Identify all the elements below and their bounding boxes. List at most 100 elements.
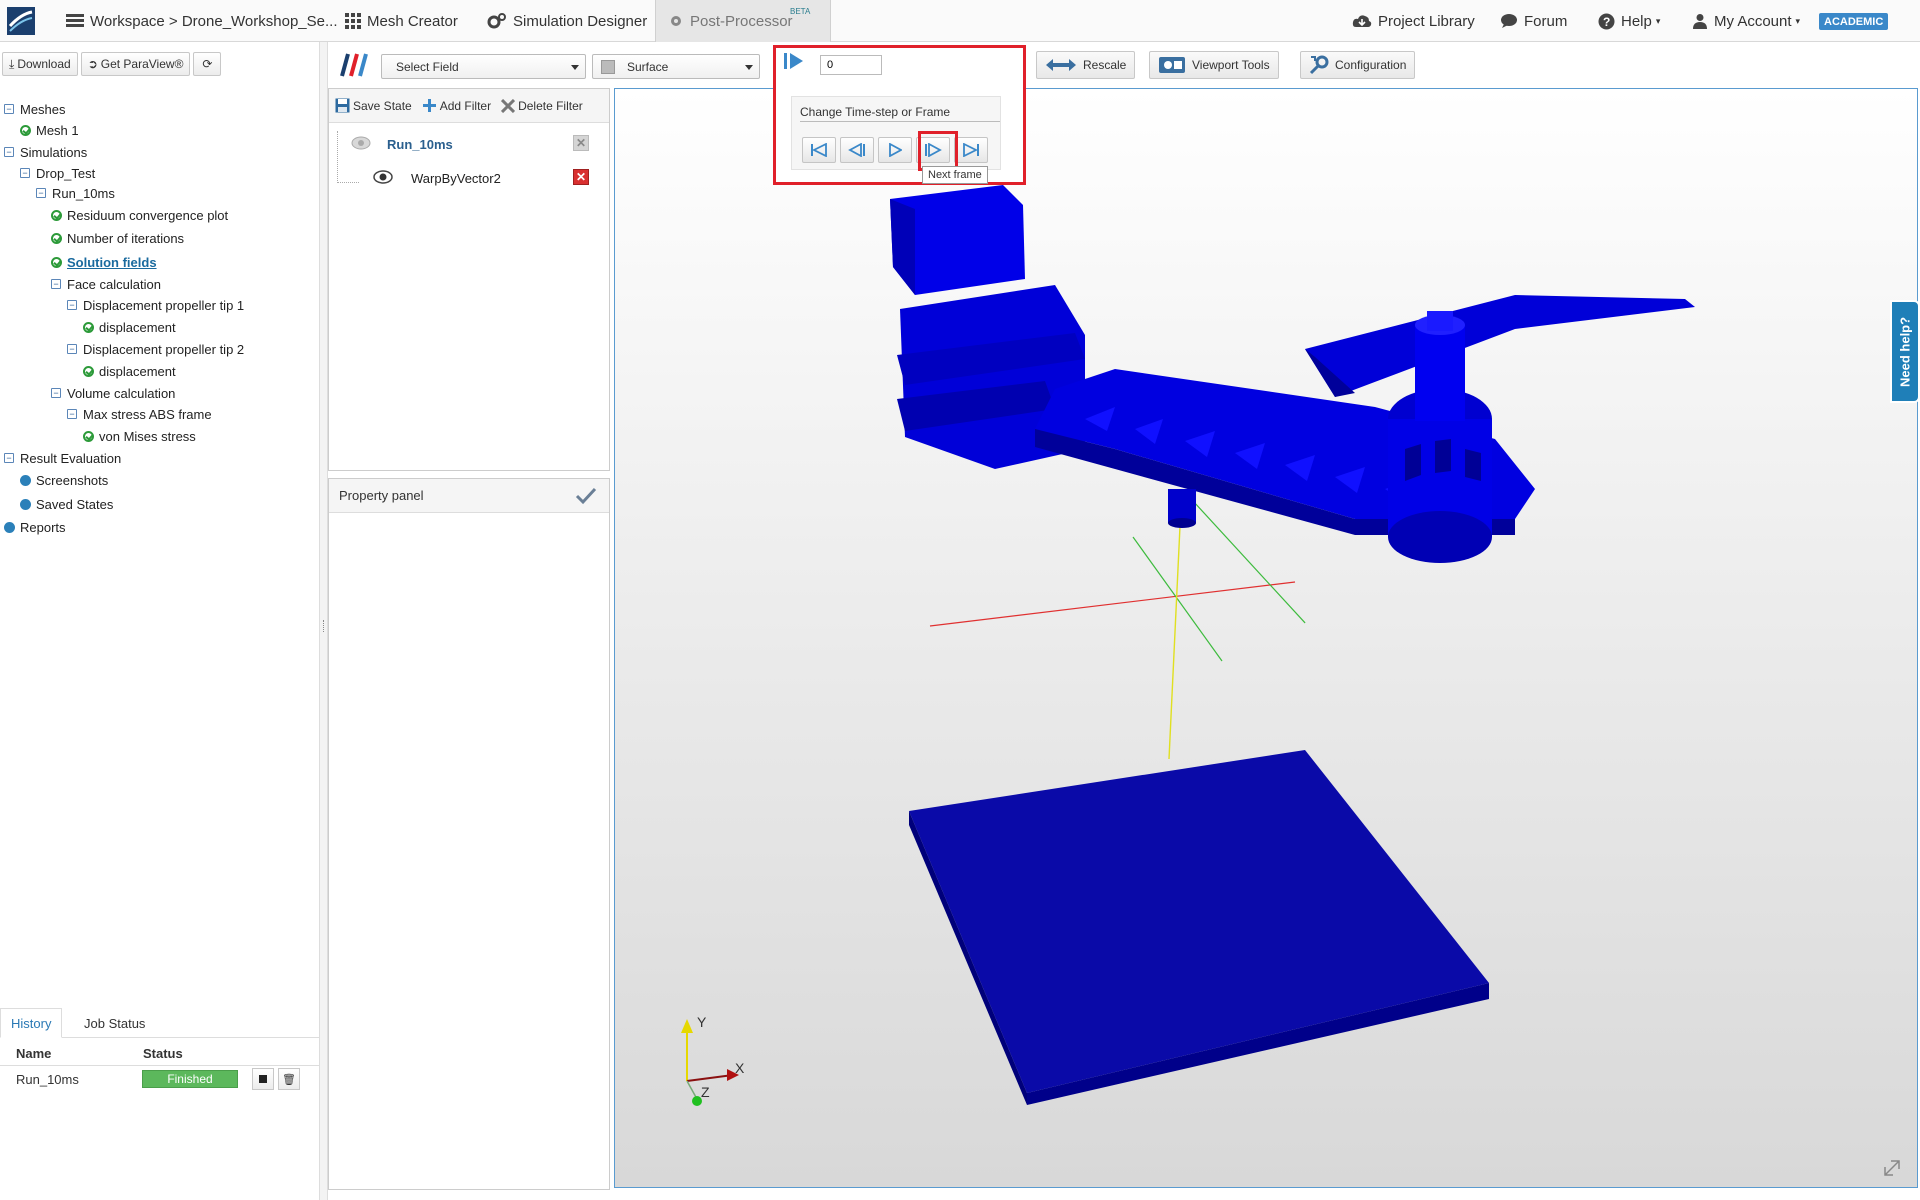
tree-label: Solution fields bbox=[67, 254, 157, 270]
timestep-popover: Change Time-step or Frame bbox=[773, 45, 1026, 185]
tree-saved-states[interactable]: Saved States bbox=[20, 495, 113, 513]
collapse-icon[interactable]: − bbox=[20, 168, 30, 178]
tree-reports[interactable]: Reports bbox=[4, 518, 66, 536]
collapse-icon[interactable]: − bbox=[67, 409, 77, 419]
nav-my-account[interactable]: My Account ▾ bbox=[1692, 0, 1800, 42]
pipeline-item-run10ms[interactable]: Run_10ms bbox=[387, 137, 453, 152]
tree-disp-tip2[interactable]: − Displacement propeller tip 2 bbox=[67, 340, 244, 358]
download-button[interactable]: ⤓ Download bbox=[2, 52, 78, 76]
save-state-button[interactable]: Save State bbox=[335, 98, 412, 113]
play-icon bbox=[889, 143, 902, 157]
nav-workspace[interactable]: Workspace > Drone_Workshop_Se... bbox=[66, 0, 338, 42]
tree-simulations[interactable]: − Simulations bbox=[4, 143, 87, 161]
table-divider bbox=[0, 1065, 320, 1066]
nav-help[interactable]: ? Help ▾ bbox=[1598, 0, 1660, 42]
eye-icon[interactable] bbox=[373, 170, 393, 187]
collapse-icon[interactable]: − bbox=[51, 279, 61, 289]
rescale-button[interactable]: Rescale bbox=[1036, 51, 1136, 79]
tree-max-stress[interactable]: − Max stress ABS frame bbox=[67, 405, 212, 423]
remove-item-icon[interactable]: ✕ bbox=[573, 135, 589, 151]
gear-icon bbox=[671, 16, 681, 26]
collapse-icon[interactable]: − bbox=[36, 188, 46, 198]
eye-icon[interactable] bbox=[351, 136, 371, 153]
select-field-dropdown[interactable]: Select Field bbox=[381, 54, 586, 79]
tree-connector bbox=[337, 182, 359, 183]
nav-project-library[interactable]: Project Library bbox=[1352, 0, 1475, 42]
comment-icon bbox=[1501, 14, 1517, 28]
axis-y-label: Y bbox=[697, 1014, 707, 1030]
collapse-icon[interactable]: − bbox=[4, 147, 14, 157]
tree-label: Residuum convergence plot bbox=[67, 207, 229, 223]
tree-displacement1[interactable]: displacement bbox=[83, 318, 176, 336]
col-name-header: Name bbox=[16, 1046, 52, 1061]
academic-badge: ACADEMIC bbox=[1819, 13, 1889, 30]
timestep-frame-input[interactable] bbox=[820, 55, 882, 75]
3d-viewport[interactable]: Y X Z bbox=[614, 88, 1918, 1188]
tab-history[interactable]: History bbox=[0, 1008, 63, 1038]
remove-item-icon[interactable]: ✕ bbox=[573, 169, 589, 185]
nav-project-library-label: Project Library bbox=[1378, 12, 1475, 30]
tree-face-calc[interactable]: − Face calculation bbox=[51, 275, 161, 293]
rescale-label: Rescale bbox=[1083, 58, 1127, 72]
tree-residuum[interactable]: Residuum convergence plot bbox=[51, 206, 228, 224]
check-circle-icon bbox=[83, 430, 94, 442]
configuration-button[interactable]: Configuration bbox=[1300, 51, 1416, 79]
nav-my-account-label: My Account bbox=[1714, 12, 1792, 30]
select-field-label: Select Field bbox=[396, 59, 459, 74]
left-toolbar: ⤓ Download ➲ Get ParaView® ⟳ bbox=[2, 52, 222, 76]
panel-splitter[interactable] bbox=[320, 42, 328, 1200]
tab-job-status[interactable]: Job Status bbox=[74, 1008, 155, 1038]
nav-simulation-designer[interactable]: Simulation Designer bbox=[487, 0, 647, 42]
checkmark-icon[interactable] bbox=[575, 487, 597, 505]
last-frame-button[interactable] bbox=[954, 137, 988, 163]
tree-solution-fields[interactable]: Solution fields bbox=[51, 253, 157, 271]
add-filter-button[interactable]: Add Filter bbox=[422, 98, 491, 113]
play-button[interactable] bbox=[878, 137, 912, 163]
stop-job-button[interactable] bbox=[252, 1068, 274, 1090]
nav-simulation-designer-label: Simulation Designer bbox=[513, 12, 648, 30]
app-logo[interactable] bbox=[6, 0, 42, 42]
next-frame-tooltip: Next frame bbox=[922, 166, 988, 184]
nav-post-processor[interactable]: Post-Processor BETA bbox=[655, 0, 831, 42]
workspace-icon bbox=[66, 14, 84, 27]
tree-von-mises[interactable]: von Mises stress bbox=[83, 427, 196, 445]
pipeline-panel: Save State Add Filter Delete Filter Run_… bbox=[328, 88, 610, 471]
representation-dropdown[interactable]: Surface bbox=[592, 54, 760, 79]
collapse-icon[interactable]: − bbox=[4, 453, 14, 463]
play-frame-icon[interactable] bbox=[783, 52, 805, 73]
collapse-icon[interactable]: − bbox=[4, 104, 14, 114]
tree-meshes[interactable]: − Meshes bbox=[4, 100, 66, 118]
chevron-down-icon: ▾ bbox=[1655, 15, 1661, 26]
get-paraview-button[interactable]: ➲ Get ParaView® bbox=[80, 52, 191, 76]
tree-volume-calc[interactable]: − Volume calculation bbox=[51, 384, 175, 402]
tree-displacement2[interactable]: displacement bbox=[83, 362, 176, 380]
collapse-icon[interactable]: − bbox=[67, 344, 77, 354]
delete-job-button[interactable]: 🗑 bbox=[278, 1068, 300, 1090]
collapse-icon[interactable]: − bbox=[51, 388, 61, 398]
tree-result-eval[interactable]: − Result Evaluation bbox=[4, 449, 121, 467]
tree-label: Screenshots bbox=[36, 472, 109, 488]
tree-screenshots[interactable]: Screenshots bbox=[20, 471, 108, 489]
tree-run-10ms[interactable]: − Run_10ms bbox=[36, 184, 115, 202]
check-circle-icon bbox=[83, 365, 94, 377]
tree-mesh1[interactable]: Mesh 1 bbox=[20, 121, 79, 139]
nav-mesh-creator-label: Mesh Creator bbox=[367, 12, 458, 30]
tree-label: Number of iterations bbox=[67, 230, 185, 246]
first-frame-button[interactable] bbox=[802, 137, 836, 163]
refresh-button[interactable]: ⟳ bbox=[193, 52, 222, 76]
need-help-tab[interactable]: Need help? bbox=[1890, 300, 1920, 403]
previous-frame-button[interactable] bbox=[840, 137, 874, 163]
tree-label: Mesh 1 bbox=[36, 122, 79, 138]
pipeline-item-warpbyvector2[interactable]: WarpByVector2 bbox=[411, 171, 501, 186]
viewport-tools-button[interactable]: Viewport Tools bbox=[1149, 51, 1279, 79]
collapse-icon[interactable]: − bbox=[67, 300, 77, 310]
nav-forum[interactable]: Forum bbox=[1500, 0, 1567, 42]
tree-iterations[interactable]: Number of iterations bbox=[51, 229, 184, 247]
tree-disp-tip1[interactable]: − Displacement propeller tip 1 bbox=[67, 296, 244, 314]
nav-mesh-creator[interactable]: Mesh Creator bbox=[345, 0, 458, 42]
save-state-label: Save State bbox=[353, 98, 412, 113]
tree-drop-test[interactable]: − Drop_Test bbox=[20, 164, 95, 182]
delete-filter-button[interactable]: Delete Filter bbox=[501, 98, 583, 113]
tree-label: Face calculation bbox=[67, 276, 161, 292]
tree-label: Simulations bbox=[20, 144, 88, 160]
